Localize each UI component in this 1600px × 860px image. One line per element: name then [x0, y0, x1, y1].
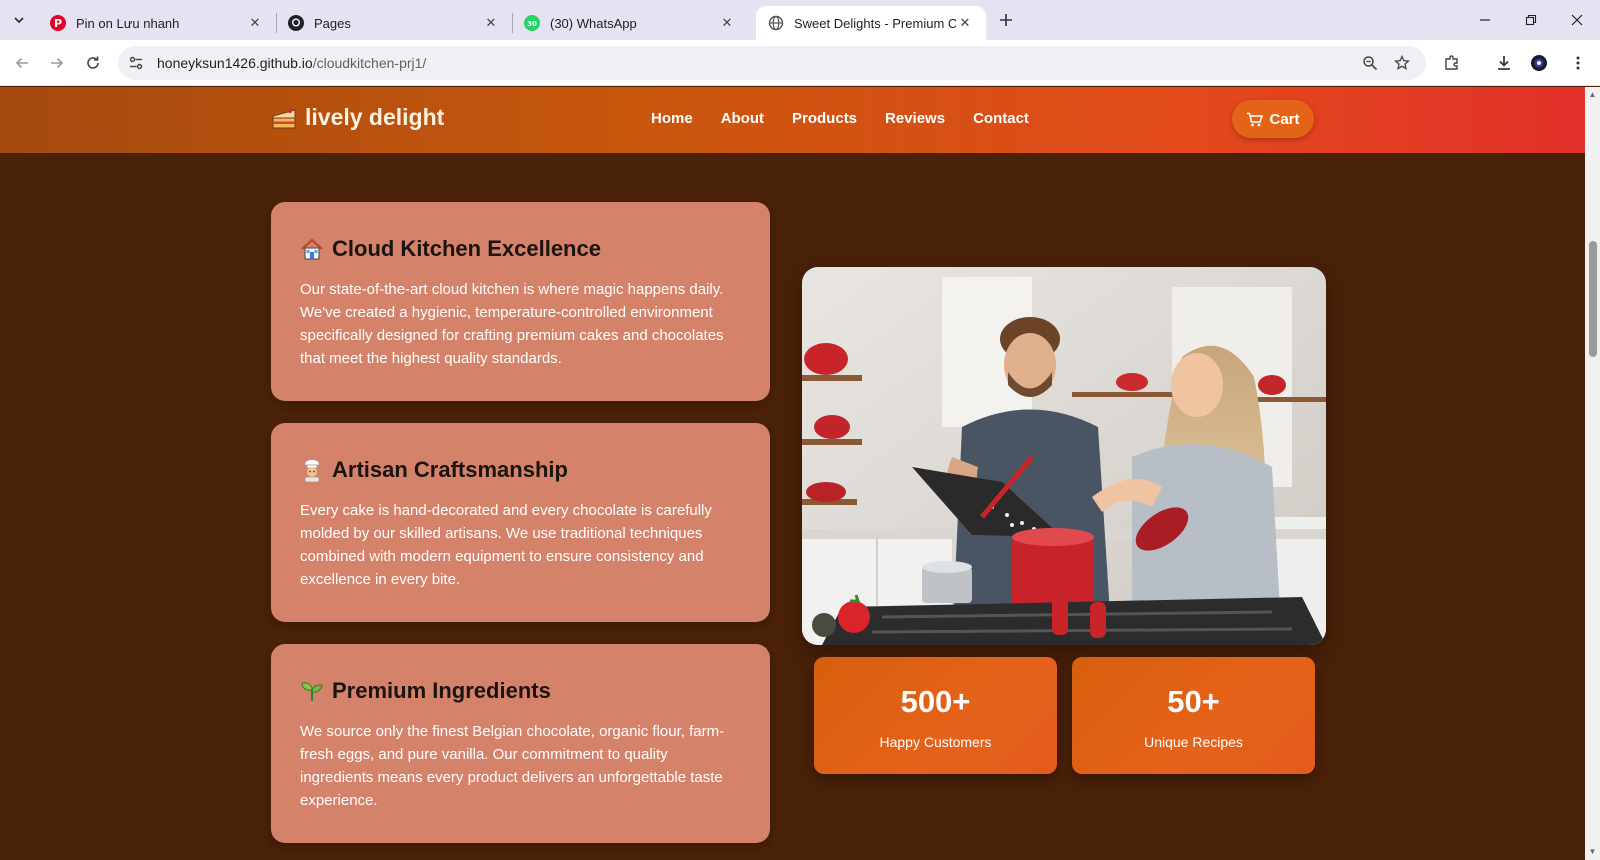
close-icon[interactable]: ✕	[246, 14, 264, 32]
stat-label: Happy Customers	[879, 734, 992, 750]
nav-products[interactable]: Products	[792, 110, 857, 127]
profile-avatar[interactable]	[1525, 49, 1553, 77]
forward-button[interactable]	[43, 49, 71, 77]
restore-button[interactable]	[1508, 0, 1554, 40]
card-description: Our state-of-the-art cloud kitchen is wh…	[300, 281, 724, 367]
stat-card-customers: 500+ Happy Customers	[814, 657, 1057, 774]
download-icon	[1498, 56, 1510, 70]
cake-icon	[272, 108, 296, 128]
url-host: honeyksun1426.github.io	[157, 55, 313, 71]
stat-value: 50+	[1167, 684, 1220, 719]
pinterest-icon: P	[50, 15, 66, 31]
browser-menu-button[interactable]	[1564, 49, 1592, 77]
bookmark-star-icon[interactable]	[1390, 51, 1414, 75]
stat-label: Unique Recipes	[1144, 734, 1243, 750]
stat-card-recipes: 50+ Unique Recipes	[1072, 657, 1315, 774]
more-vertical-icon	[1576, 56, 1580, 70]
arrow-right-icon	[51, 57, 64, 69]
close-icon[interactable]: ✕	[718, 14, 736, 32]
house-icon	[300, 237, 324, 261]
stat-value: 500+	[900, 684, 971, 719]
github-icon	[288, 15, 304, 31]
page-viewport: lively delight Home About Products Revie…	[0, 87, 1585, 860]
card-heading: Cloud Kitchen Excellence	[300, 232, 742, 266]
url-path: /cloudkitchen-prj1/	[312, 55, 427, 71]
scroll-up-icon[interactable]: ▲	[1588, 90, 1597, 99]
reload-button[interactable]	[79, 49, 107, 77]
tab-github-pages[interactable]: Pages ✕	[276, 6, 512, 40]
card-description: Every cake is hand-decorated and every c…	[300, 502, 712, 588]
site-header: lively delight Home About Products Revie…	[0, 87, 1585, 153]
whatsapp-icon: 30	[524, 15, 540, 31]
minimize-button[interactable]	[1462, 0, 1508, 40]
whatsapp-badge: 30	[527, 20, 537, 28]
logo-text: lively delight	[305, 104, 445, 130]
tab-sweet-delights[interactable]: Sweet Delights - Premium Cakes ✕	[756, 6, 986, 40]
zoom-icon[interactable]	[1358, 51, 1382, 75]
reload-icon	[87, 56, 99, 69]
scroll-down-icon[interactable]: ▼	[1588, 847, 1597, 856]
site-logo[interactable]: lively delight	[271, 104, 444, 131]
feature-card-artisan: Artisan Craftsmanship Every cake is hand…	[271, 423, 770, 622]
tab-title: Sweet Delights - Premium Cakes	[794, 15, 956, 31]
tab-title: Pages	[314, 15, 351, 31]
nav-reviews[interactable]: Reviews	[885, 110, 945, 127]
card-title: Cloud Kitchen Excellence	[332, 236, 601, 261]
nav-about[interactable]: About	[721, 110, 764, 127]
tab-pinterest[interactable]: P Pin on Lưu nhanh ✕	[38, 6, 276, 40]
chef-icon	[300, 458, 324, 482]
card-heading: Artisan Craftsmanship	[300, 453, 742, 487]
feature-card-ingredients: Premium Ingredients We source only the f…	[271, 644, 770, 843]
back-button[interactable]	[8, 49, 36, 77]
scroll-thumb[interactable]	[1589, 241, 1597, 357]
plus-icon	[1000, 14, 1012, 26]
tab-title: (30) WhatsApp	[550, 15, 637, 31]
restore-icon	[1525, 14, 1537, 26]
arrow-left-icon	[15, 57, 28, 69]
cart-icon	[1247, 112, 1264, 126]
card-description: We source only the finest Belgian chocol…	[300, 723, 725, 809]
kitchen-photo-image	[802, 267, 1326, 645]
globe-icon	[768, 15, 784, 31]
feature-card-cloud-kitchen: Cloud Kitchen Excellence Our state-of-th…	[271, 202, 770, 401]
cart-label: Cart	[1269, 110, 1300, 128]
kitchen-photo	[802, 267, 1326, 645]
close-icon[interactable]: ✕	[482, 14, 500, 32]
tab-title: Pin on Lưu nhanh	[76, 15, 180, 31]
extensions-button[interactable]	[1438, 49, 1466, 77]
close-window-button[interactable]	[1554, 0, 1600, 40]
chevron-down-icon	[14, 17, 24, 24]
minimize-icon	[1480, 19, 1490, 21]
card-heading: Premium Ingredients	[300, 674, 742, 708]
puzzle-icon	[1445, 55, 1458, 70]
downloads-button[interactable]	[1490, 49, 1518, 77]
seedling-icon	[300, 679, 324, 703]
url-text: honeyksun1426.github.io/cloudkitchen-prj…	[157, 55, 426, 71]
new-tab-button[interactable]	[994, 8, 1018, 32]
close-icon[interactable]: ✕	[956, 14, 974, 32]
tab-whatsapp[interactable]: 30 (30) WhatsApp ✕	[512, 6, 748, 40]
card-title: Premium Ingredients	[332, 678, 551, 703]
card-title: Artisan Craftsmanship	[332, 457, 568, 482]
site-info-icon[interactable]	[124, 51, 148, 75]
nav-home[interactable]: Home	[651, 110, 693, 127]
close-icon	[1571, 14, 1583, 26]
page-scrollbar[interactable]: ▲ ▼	[1585, 87, 1600, 860]
main-nav: Home About Products Reviews Contact	[651, 110, 1029, 127]
nav-contact[interactable]: Contact	[973, 110, 1029, 127]
avatar-icon	[1531, 55, 1547, 71]
svg-text:P: P	[54, 17, 62, 30]
tab-search-button[interactable]	[6, 8, 32, 32]
address-bar[interactable]: honeyksun1426.github.io/cloudkitchen-prj…	[118, 46, 1426, 80]
browser-toolbar: honeyksun1426.github.io/cloudkitchen-prj…	[0, 40, 1600, 86]
cart-button[interactable]: Cart	[1232, 100, 1314, 138]
tab-strip: P Pin on Lưu nhanh ✕ Pages ✕ 30 (30) Wha…	[0, 0, 1600, 40]
